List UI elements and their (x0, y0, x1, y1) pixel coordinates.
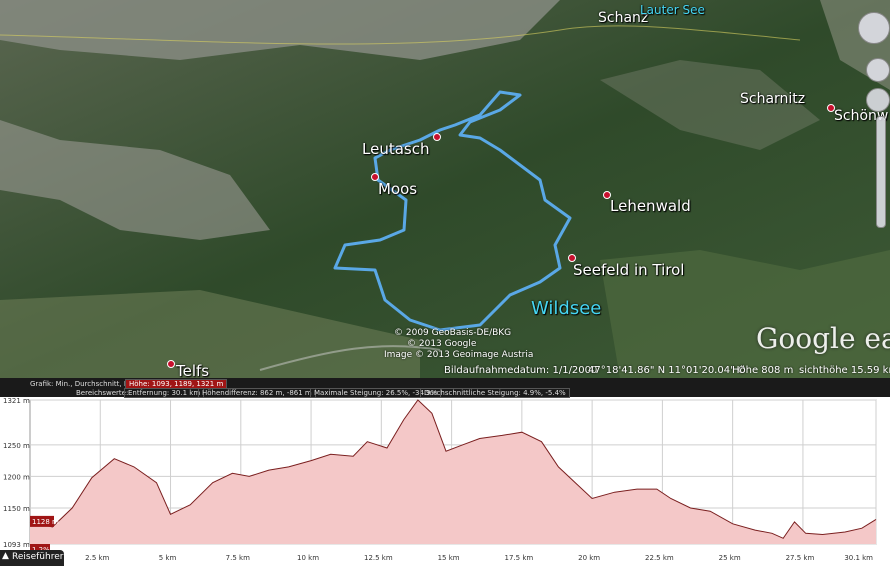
google-earth-logo: Google earth (756, 322, 890, 355)
elevation-chart[interactable]: 1321 m 1250 m 1200 m 1150 m 1093 m 2.5 km 5 km… (0, 378, 890, 566)
x-tick-label: 7.5 km (226, 554, 250, 562)
zoom-slider[interactable] (876, 116, 886, 228)
place-marker[interactable] (568, 254, 576, 262)
y-tick-label: 1321 m (3, 397, 30, 405)
status-eye-altitude: sichthöhe 15.59 km (799, 365, 890, 376)
pegman-icon[interactable] (866, 88, 890, 112)
reisefuehrer-label: Reiseführer (12, 552, 64, 562)
cursor-value: 1128 m (32, 518, 59, 526)
label-wildsee: Wildsee (531, 298, 602, 319)
x-tick-label: 22.5 km (645, 554, 674, 562)
copyright-google: © 2013 Google (407, 339, 477, 349)
label-telfs: Telfs (176, 362, 210, 378)
label-lehenwald: Lehenwald (610, 197, 691, 215)
elevation-profile-panel: Grafik: Min., Durchschnitt, Max Höhe: 10… (0, 378, 890, 566)
status-image-date: Bildaufnahmedatum: 1/1/2000 (444, 365, 598, 376)
x-tick-label: 12.5 km (364, 554, 393, 562)
label-lauter-see: Lauter See (640, 3, 705, 17)
chevron-up-icon: ▲ (2, 551, 9, 561)
map-view[interactable]: Schanz Lauter See Scharnitz Schönw Leuta… (0, 0, 890, 378)
x-tick-label: 27.5 km (786, 554, 815, 562)
x-tick-label: 30.1 km (844, 554, 873, 562)
place-marker[interactable] (603, 191, 611, 199)
place-marker[interactable] (371, 173, 379, 181)
look-joystick-icon[interactable] (866, 58, 890, 82)
y-tick-label: 1150 m (3, 505, 30, 513)
place-marker[interactable] (827, 104, 835, 112)
x-tick-label: 15 km (438, 554, 460, 562)
y-tick-label: 1093 m (3, 541, 30, 549)
label-leutasch: Leutasch (362, 140, 430, 158)
label-moos: Moos (378, 180, 418, 198)
label-seefeld: Seefeld in Tirol (573, 261, 685, 279)
x-tick-label: 20 km (578, 554, 600, 562)
copyright-geobasis: © 2009 GeoBasis-DE/BKG (394, 328, 512, 338)
y-tick-label: 1200 m (3, 473, 30, 481)
x-tick-label: 25 km (719, 554, 741, 562)
copyright-geoimage: Image © 2013 Geoimage Austria (384, 350, 534, 360)
x-tick-label: 10 km (297, 554, 319, 562)
x-tick-label: 2.5 km (85, 554, 109, 562)
compass-icon[interactable] (858, 12, 890, 44)
status-coordinates: 47°18'41.86" N 11°01'20.04" O (588, 365, 746, 376)
status-elevation: Höhe 808 m (732, 365, 794, 376)
reisefuehrer-tab[interactable]: ▲ Reiseführer (0, 550, 64, 566)
x-tick-label: 17.5 km (505, 554, 534, 562)
x-tick-label: 5 km (159, 554, 177, 562)
place-marker[interactable] (433, 133, 441, 141)
label-scharnitz: Scharnitz (740, 91, 806, 107)
place-marker[interactable] (167, 360, 175, 368)
y-tick-label: 1250 m (3, 442, 30, 450)
